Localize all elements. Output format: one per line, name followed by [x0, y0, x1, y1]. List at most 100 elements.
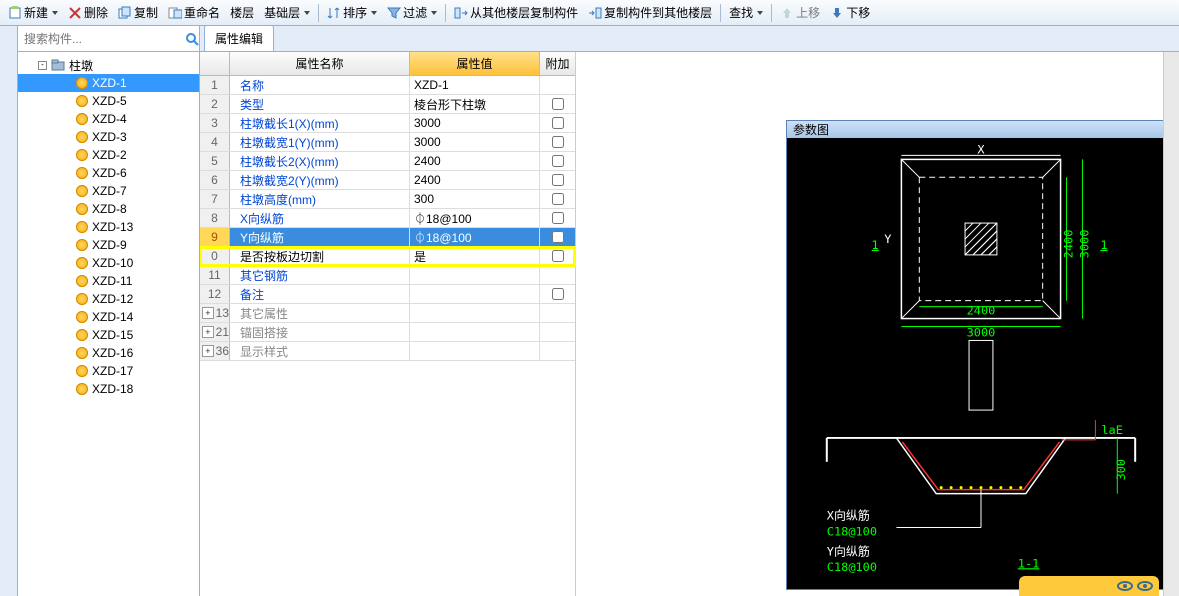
tree-item-label: XZD-14: [92, 310, 133, 324]
extra-checkbox[interactable]: [552, 193, 564, 205]
prop-value[interactable]: 2400: [410, 152, 540, 170]
delete-button[interactable]: 删除: [64, 2, 112, 23]
prop-row[interactable]: 7柱墩高度(mm)300: [200, 190, 575, 209]
tab-prop-edit[interactable]: 属性编辑: [204, 25, 274, 51]
filter-button[interactable]: 过滤: [383, 2, 441, 23]
prop-row[interactable]: 3柱墩截长1(X)(mm)3000: [200, 114, 575, 133]
extra-checkbox[interactable]: [552, 288, 564, 300]
prop-row[interactable]: 2类型棱台形下柱墩: [200, 95, 575, 114]
gear-icon: [76, 221, 88, 233]
prop-value[interactable]: 棱台形下柱墩: [410, 95, 540, 113]
extra-checkbox[interactable]: [552, 231, 564, 243]
prop-row[interactable]: 12备注: [200, 285, 575, 304]
prop-value[interactable]: [410, 323, 540, 341]
search-box: [18, 26, 199, 52]
tree-item[interactable]: XZD-13: [18, 218, 199, 236]
prop-value[interactable]: ⏀18@100: [410, 228, 540, 246]
expand-icon[interactable]: +: [202, 307, 214, 319]
extra-checkbox[interactable]: [552, 117, 564, 129]
search-icon[interactable]: [185, 27, 199, 51]
tree-item[interactable]: XZD-16: [18, 344, 199, 362]
row-num: 12: [200, 285, 230, 303]
component-tree[interactable]: - 柱墩 XZD-1XZD-5XZD-4XZD-3XZD-2XZD-6XZD-7…: [18, 52, 199, 596]
gear-icon: [76, 275, 88, 287]
tree-item-label: XZD-10: [92, 256, 133, 270]
prop-row[interactable]: 1名称XZD-1: [200, 76, 575, 95]
col-extra[interactable]: 附加: [540, 52, 575, 75]
prop-value[interactable]: XZD-1: [410, 76, 540, 94]
row-num: +13: [200, 304, 230, 322]
copy-to-other-button[interactable]: 复制构件到其他楼层: [584, 2, 716, 23]
prop-table-header: 属性名称 属性值 附加: [200, 52, 575, 76]
scrollbar-v[interactable]: [1163, 52, 1179, 596]
baselayer-dropdown[interactable]: 基础层: [260, 2, 314, 23]
tree-item[interactable]: XZD-18: [18, 380, 199, 398]
prop-extra: [540, 152, 575, 170]
prop-value[interactable]: [410, 285, 540, 303]
tree-item[interactable]: XZD-12: [18, 290, 199, 308]
expand-icon[interactable]: +: [202, 345, 214, 357]
new-button[interactable]: 新建: [4, 2, 62, 23]
prop-value[interactable]: 3000: [410, 133, 540, 151]
tree-item[interactable]: XZD-15: [18, 326, 199, 344]
prop-row[interactable]: 8X向纵筋⏀18@100: [200, 209, 575, 228]
find-button[interactable]: 查找: [725, 2, 767, 23]
extra-checkbox[interactable]: [552, 250, 564, 262]
prop-row[interactable]: 6柱墩截宽2(Y)(mm)2400: [200, 171, 575, 190]
movedown-button[interactable]: 下移: [826, 2, 874, 23]
prop-value[interactable]: ⏀18@100: [410, 209, 540, 227]
extra-checkbox[interactable]: [552, 98, 564, 110]
tree-item[interactable]: XZD-6: [18, 164, 199, 182]
prop-value[interactable]: [410, 266, 540, 284]
folder-icon: [51, 58, 65, 72]
tree-item[interactable]: XZD-7: [18, 182, 199, 200]
tree-item-label: XZD-9: [92, 238, 127, 252]
prop-value[interactable]: [410, 304, 540, 322]
tree-item[interactable]: XZD-8: [18, 200, 199, 218]
prop-row[interactable]: +21锚固搭接: [200, 323, 575, 342]
tree-item[interactable]: XZD-3: [18, 128, 199, 146]
search-input[interactable]: [18, 28, 185, 50]
extra-checkbox[interactable]: [552, 155, 564, 167]
extra-checkbox[interactable]: [552, 174, 564, 186]
expand-icon[interactable]: +: [202, 326, 214, 338]
prop-row[interactable]: 4柱墩截宽1(Y)(mm)3000: [200, 133, 575, 152]
left-dock-strip[interactable]: [0, 26, 18, 596]
prop-value[interactable]: [410, 342, 540, 360]
tree-item[interactable]: XZD-2: [18, 146, 199, 164]
prop-row[interactable]: +13其它属性: [200, 304, 575, 323]
tree-item[interactable]: XZD-5: [18, 92, 199, 110]
tree-root[interactable]: - 柱墩: [18, 56, 199, 74]
tree-item[interactable]: XZD-9: [18, 236, 199, 254]
copy-from-other-button[interactable]: 从其他楼层复制构件: [450, 2, 582, 23]
col-value[interactable]: 属性值: [410, 52, 540, 75]
prop-row[interactable]: 11其它钢筋: [200, 266, 575, 285]
tree-item[interactable]: XZD-11: [18, 272, 199, 290]
tree-item[interactable]: XZD-10: [18, 254, 199, 272]
tree-item[interactable]: XZD-1: [18, 74, 199, 92]
tree-item[interactable]: XZD-4: [18, 110, 199, 128]
prop-value[interactable]: 3000: [410, 114, 540, 132]
prop-value[interactable]: 2400: [410, 171, 540, 189]
prop-row[interactable]: 0是否按板边切割是: [200, 247, 575, 266]
prop-row[interactable]: +36显示样式: [200, 342, 575, 361]
prop-extra: [540, 76, 575, 94]
tree-item[interactable]: XZD-14: [18, 308, 199, 326]
moveup-button[interactable]: 上移: [776, 2, 824, 23]
collapse-icon[interactable]: -: [38, 61, 47, 70]
sort-button[interactable]: 排序: [323, 2, 381, 23]
prop-name: Y向纵筋: [230, 228, 410, 246]
tree-panel: - 柱墩 XZD-1XZD-5XZD-4XZD-3XZD-2XZD-6XZD-7…: [18, 26, 200, 596]
rename-button[interactable]: 重命名: [164, 2, 224, 23]
col-name[interactable]: 属性名称: [230, 52, 410, 75]
extra-checkbox[interactable]: [552, 212, 564, 224]
bottom-tag[interactable]: [1019, 576, 1159, 596]
extra-checkbox[interactable]: [552, 136, 564, 148]
prop-value[interactable]: 是: [410, 247, 540, 265]
tree-item[interactable]: XZD-17: [18, 362, 199, 380]
prop-row[interactable]: 9Y向纵筋⏀18@100: [200, 228, 575, 247]
copy-button[interactable]: 复制: [114, 2, 162, 23]
prop-row[interactable]: 5柱墩截长2(X)(mm)2400: [200, 152, 575, 171]
prop-value[interactable]: 300: [410, 190, 540, 208]
diagram-canvas[interactable]: X 2400 3000 2400 3000 Y 1 1: [787, 138, 1170, 589]
